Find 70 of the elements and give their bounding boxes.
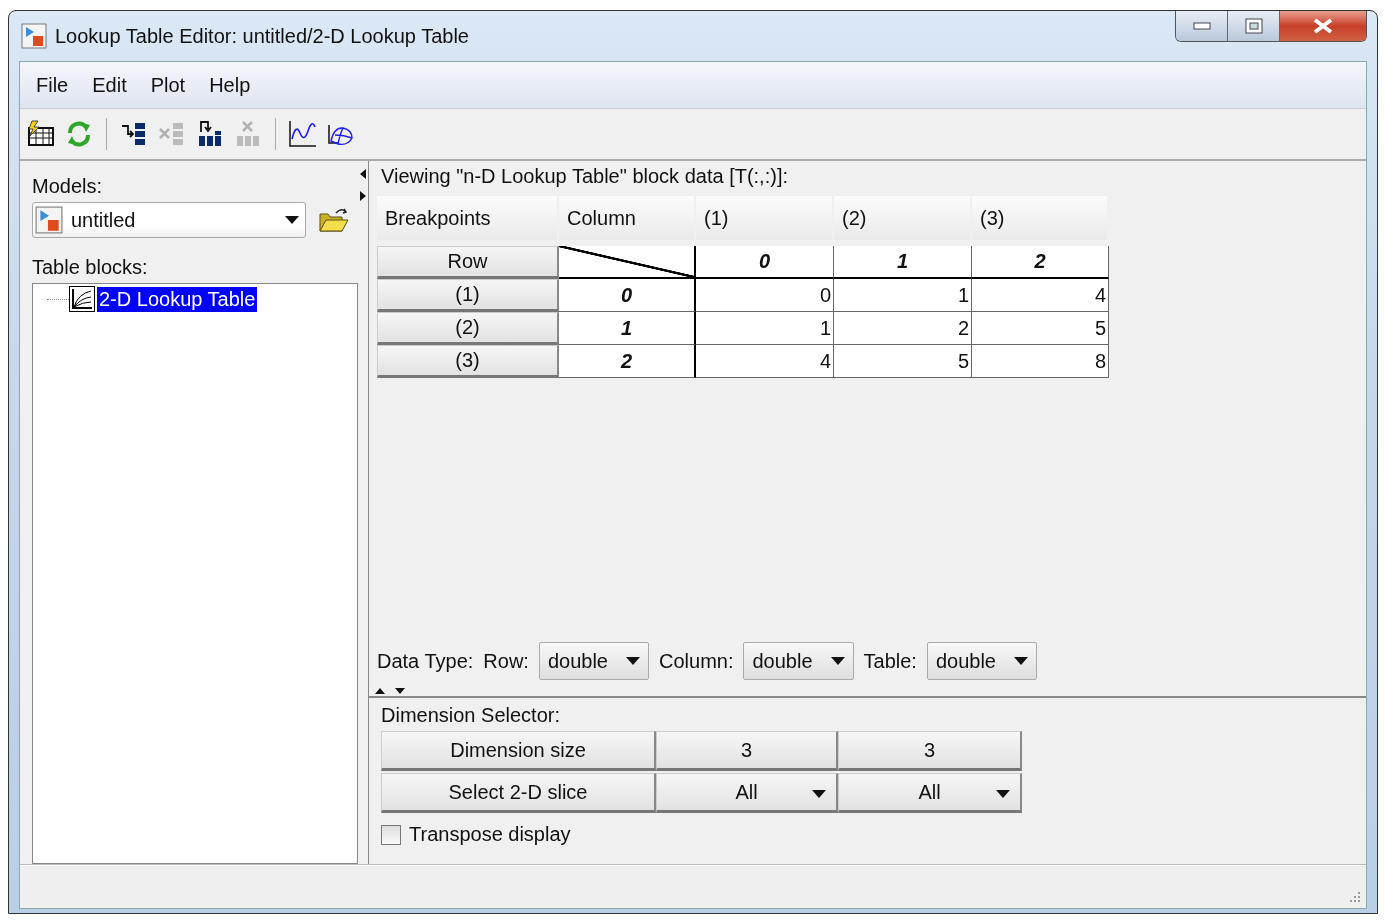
data-type-field-label: Row: (483, 649, 529, 673)
table-blocks-label: Table blocks: (32, 256, 149, 279)
breakpoint-cell[interactable]: 0 (696, 246, 834, 279)
line-plot-icon[interactable] (288, 119, 318, 149)
data-type-dropdown[interactable]: double (926, 642, 1037, 680)
breakpoint-cell[interactable]: 1 (834, 246, 972, 279)
row-index-button[interactable]: (3) (377, 345, 559, 378)
caret-icon (812, 790, 826, 798)
minimize-button[interactable] (1176, 11, 1228, 41)
models-dropdown[interactable]: untitled (32, 202, 306, 238)
select-slice-button[interactable]: Select 2-D slice (381, 773, 656, 813)
data-type-dropdown[interactable]: double (743, 642, 854, 680)
table-cell[interactable]: 4 (696, 345, 834, 378)
close-button[interactable] (1280, 11, 1366, 41)
table-cell[interactable]: 2 (834, 312, 972, 345)
lookup-curve-icon (69, 286, 95, 312)
models-label: Models: (32, 175, 104, 198)
window-title: Lookup Table Editor: untitled/2-D Lookup Table (55, 24, 470, 48)
transpose-label: Transpose display (409, 823, 571, 846)
column-header: (1) (696, 196, 834, 240)
row-index-button[interactable]: (2) (377, 312, 559, 345)
row-header-button[interactable]: Row (377, 246, 559, 279)
slice-dropdown[interactable]: All (656, 773, 838, 813)
table-cell[interactable]: 0 (696, 279, 834, 312)
row-index-button[interactable]: (1) (377, 279, 559, 312)
breakpoint-cell[interactable]: 1 (559, 312, 696, 345)
data-type-field-label: Table: (863, 649, 917, 673)
table-cell[interactable]: 1 (834, 279, 972, 312)
dimension-size-value: 3 (656, 731, 838, 771)
table-cell[interactable]: 4 (972, 279, 1109, 312)
menu-item[interactable]: Help (199, 73, 261, 97)
splitter-arrows-icon[interactable] (360, 167, 366, 201)
table-cell[interactable]: 8 (972, 345, 1109, 378)
tree-item[interactable]: 2-D Lookup Table (97, 286, 258, 312)
table-lightning-icon[interactable] (26, 119, 56, 149)
open-folder-icon[interactable] (318, 206, 350, 234)
minimize-icon (1192, 22, 1211, 30)
breakpoint-cell[interactable]: 2 (972, 246, 1109, 279)
table-cell[interactable]: 1 (696, 312, 834, 345)
data-type-dropdown[interactable]: double (538, 642, 649, 680)
splitter-arrows-icon[interactable] (375, 688, 405, 694)
caret-icon (996, 790, 1010, 798)
column-header: (3) (972, 196, 1109, 240)
viewer-title: Viewing "n-D Lookup Table" block data [T(:,:)]: (381, 165, 789, 188)
breakpoint-cell[interactable]: 2 (559, 345, 696, 378)
transpose-checkbox[interactable] (381, 824, 401, 845)
dimension-selector-title: Dimension Selector: (381, 704, 561, 727)
column-header: Column (559, 196, 696, 240)
column-header: Breakpoints (377, 196, 559, 240)
caret-icon (285, 216, 299, 224)
menu-item[interactable]: Plot (140, 73, 196, 97)
caret-icon (1014, 657, 1028, 665)
dimension-size-value: 3 (838, 731, 1022, 771)
caret-icon (626, 657, 640, 665)
dimension-size-button[interactable]: Dimension size (381, 731, 656, 771)
close-icon (1312, 18, 1334, 34)
model-icon (35, 206, 63, 234)
column-header: (2) (834, 196, 972, 240)
maximize-icon (1244, 18, 1263, 34)
maximize-button[interactable] (1228, 11, 1280, 41)
breakpoint-cell[interactable]: 0 (559, 279, 696, 312)
app-icon (21, 23, 47, 49)
table-cell[interactable]: 5 (972, 312, 1109, 345)
data-type-field-label: Column: (659, 649, 734, 673)
caret-icon (830, 657, 845, 665)
slice-dropdown[interactable]: All (838, 773, 1022, 813)
data-type-label: Data Type: (377, 649, 474, 673)
table-cell[interactable]: 5 (834, 345, 972, 378)
menu-item[interactable]: Edit (82, 73, 137, 97)
menu-item[interactable]: File (26, 73, 79, 97)
